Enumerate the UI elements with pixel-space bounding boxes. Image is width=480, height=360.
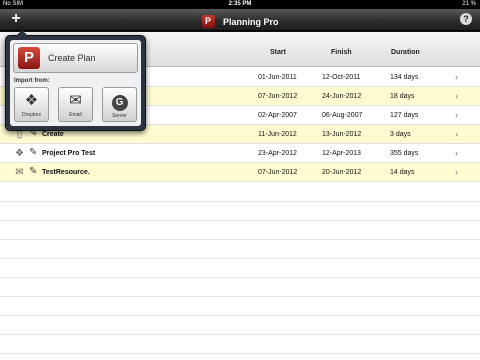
empty-row-divider [0,220,480,221]
plan-start: 11-Jun-2012 [258,131,297,138]
help-icon[interactable]: ? [460,13,472,25]
table-row[interactable]: ✉ ✎ TestResource. 07-Jun-2012 20-Jun-201… [0,163,480,182]
import-dropbox-button[interactable]: ❖ Dropbox [14,87,49,122]
import-server-button[interactable]: G Server [102,87,137,122]
empty-row-divider [0,334,480,335]
empty-row-divider [0,258,480,259]
plan-duration: 18 days [390,93,415,100]
pencil-icon: ✎ [29,147,38,158]
plan-duration: 134 days [390,74,419,81]
chevron-right-icon: › [455,129,458,139]
empty-row-divider [0,353,480,354]
plan-start: 07-Jun-2012 [258,169,298,176]
chevron-right-icon: › [455,72,458,82]
pencil-icon: ✎ [29,166,38,177]
app-logo-icon: P [201,15,215,29]
plan-finish: 20-Jun-2012 [322,169,362,176]
column-header-finish[interactable]: Finish [331,49,352,56]
plan-finish: 13-Jun-2012 [322,131,362,138]
chevron-right-icon: › [455,167,458,177]
create-plan-popover: P Create Plan Import from: ❖ Dropbox ✉ E… [5,30,146,131]
dropbox-icon: ❖ [24,92,39,109]
empty-row-divider [0,296,480,297]
plan-duration: 355 days [390,150,419,157]
column-header-start[interactable]: Start [270,49,286,56]
chevron-right-icon: › [455,91,458,101]
table-row[interactable]: ❖ ✎ Project Pro Test 23-Apr-2012 12-Apr-… [0,144,480,163]
plan-start: 07-Jun-2012 [258,93,298,100]
empty-row-divider [0,315,480,316]
plan-finish: 24-Jun-2012 [322,93,362,100]
import-email-button[interactable]: ✉ Email [58,87,93,122]
plan-start: 02-Apr-2007 [258,112,297,119]
email-icon: ✉ [69,92,82,109]
plan-name: TestResource. [42,169,90,176]
plan-duration: 3 days [390,131,411,138]
import-source-label: Server [112,113,127,119]
popover-arrow [16,30,28,36]
nav-bar: + P Planning Pro ? [0,9,480,31]
server-icon: G [103,92,136,111]
import-source-label: Dropbox [22,112,41,118]
plan-finish: 06-Aug-2007 [322,112,363,119]
chevron-right-icon: › [455,110,458,120]
clock: 2:35 PM [228,1,252,7]
plan-finish: 12-Apr-2013 [322,150,361,157]
empty-row-divider [0,239,480,240]
chevron-right-icon: › [455,148,458,158]
email-icon: ✉ [15,167,24,178]
page-title: Planning Pro [222,16,279,27]
dropbox-icon: ❖ [15,148,24,159]
app-logo-icon: P [18,47,40,69]
plan-finish: 12-Oct-2011 [322,74,361,81]
plan-start: 01-Jun-2011 [258,74,297,81]
status-bar: No SIM 2:35 PM 21 % [0,0,480,9]
create-plan-button[interactable]: P Create Plan [13,43,138,73]
plan-duration: 14 days [390,169,415,176]
import-from-label: Import from: [14,78,50,84]
import-source-label: Email [69,112,82,118]
plan-start: 23-Apr-2012 [258,150,297,157]
plan-duration: 127 days [390,112,419,119]
battery-label: 21 % [462,1,476,7]
popover-body: P Create Plan Import from: ❖ Dropbox ✉ E… [10,40,141,126]
create-plan-label: Create Plan [48,53,96,63]
plan-name: Create [42,131,64,138]
column-header-duration[interactable]: Duration [391,49,420,56]
empty-row-divider [0,201,480,202]
plan-name: Project Pro Test [42,150,96,157]
empty-row-divider [0,277,480,278]
nav-title-group: P Planning Pro [0,13,480,29]
